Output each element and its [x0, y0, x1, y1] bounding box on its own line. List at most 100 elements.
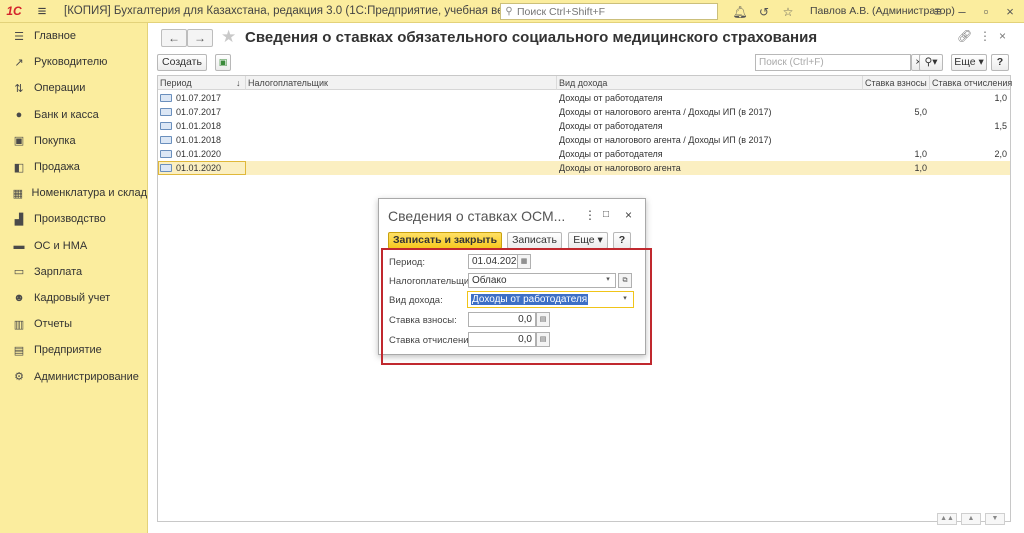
sidebar-item-assets[interactable]: ▬ ОС и НМА [0, 233, 147, 259]
sidebar-item-admin[interactable]: ⚙ Администрирование [0, 363, 147, 389]
record-icon [160, 108, 172, 116]
dialog-maximize-icon[interactable]: □ [603, 209, 609, 220]
window-title: [КОПИЯ] Бухгалтерия для Казахстана, реда… [64, 5, 514, 17]
scroll-top-icon[interactable]: ▲▲ [937, 513, 957, 525]
cell-period: 01.01.2018 [160, 133, 221, 147]
sidebar-item-label: ОС и НМА [34, 239, 88, 252]
col-period[interactable]: Период ↓ [158, 76, 246, 90]
sidebar-item-production[interactable]: ▟ Производство [0, 206, 147, 232]
table-row[interactable]: 01.07.2017 Доходы от работодателя 1,0 [158, 91, 1010, 105]
cell-income: Доходы от налогового агента / Доходы ИП … [559, 107, 772, 117]
gear-icon: ⚙ [14, 371, 24, 384]
sidebar: ☰ Главное ↗ Руководителю ⇅ Операции ● Банк и… [0, 23, 148, 533]
main-menu-icon[interactable]: ≡ [28, 3, 56, 20]
cell-text: 01.01.2020 [176, 163, 222, 173]
col-label: Период [160, 78, 192, 88]
cell-rate-contrib [863, 133, 927, 147]
table-row[interactable]: 01.01.2018 Доходы от налогового агента /… [158, 133, 1010, 147]
sidebar-item-warehouse[interactable]: ▦ Номенклатура и склад [0, 180, 147, 206]
enterprise-icon: ▤ [13, 344, 25, 357]
sidebar-item-salary[interactable]: ▭ Зарплата [0, 259, 147, 285]
record-icon [160, 122, 172, 130]
sidebar-item-enterprise[interactable]: ▤ Предприятие [0, 337, 147, 363]
scroll-up-icon[interactable]: ▲ [961, 513, 981, 525]
sidebar-item-director[interactable]: ↗ Руководителю [0, 49, 147, 75]
sidebar-item-label: Производство [34, 213, 106, 226]
sidebar-item-hr[interactable]: ☻ Кадровый учет [0, 285, 147, 311]
history-icon[interactable]: ↺ [752, 5, 776, 19]
annotation-frame [381, 248, 652, 365]
export-icon[interactable]: ▣ [215, 54, 231, 71]
record-icon [160, 150, 172, 158]
col-taxpayer[interactable]: Налогоплательщик [246, 76, 557, 90]
table-row[interactable]: 01.07.2017 Доходы от налогового агента /… [158, 105, 1010, 119]
sidebar-item-label: Зарплата [34, 265, 83, 278]
cell-rate-contrib [863, 91, 927, 105]
cell-rate-deduct [930, 133, 1007, 147]
save-and-close-button[interactable]: Записать и закрыть [388, 232, 502, 249]
sidebar-item-main[interactable]: ☰ Главное [0, 23, 147, 49]
bank-icon: ● [15, 108, 23, 121]
dialog-close-icon[interactable]: × [625, 208, 632, 222]
cell-period: 01.01.2020 [160, 161, 221, 175]
table-row-selected[interactable]: 01.01.2020 Доходы от налогового агента 1… [158, 161, 1010, 175]
star-icon[interactable]: ☆ [776, 5, 800, 19]
save-button[interactable]: Записать [507, 232, 562, 249]
favorite-star-icon[interactable]: ★ [221, 27, 236, 47]
close-icon[interactable]: × [998, 4, 1022, 19]
warehouse-icon: ▦ [12, 187, 23, 200]
col-rate-deduct[interactable]: Ставка отчисления [930, 76, 1012, 90]
cell-rate-deduct [930, 161, 1007, 175]
cell-text: 01.07.2017 [176, 107, 222, 117]
maximize-icon[interactable]: ▫ [974, 4, 998, 19]
more-button[interactable]: Еще ▾ [951, 54, 987, 71]
col-income-type[interactable]: Вид дохода [557, 76, 863, 90]
search-icon[interactable]: ⚲▾ [919, 54, 943, 71]
list-search-input[interactable]: Поиск (Ctrl+F) [755, 54, 911, 71]
cell-income: Доходы от работодателя [559, 149, 663, 159]
col-rate-contrib[interactable]: Ставка взносы [863, 76, 930, 90]
cell-rate-deduct: 1,5 [994, 121, 1007, 131]
cell-period: 01.07.2017 [160, 105, 221, 119]
record-icon [160, 164, 172, 172]
table-header: Период ↓ Налогоплательщик Вид дохода Став… [158, 76, 1012, 90]
global-search-input[interactable] [517, 5, 712, 18]
settings-menu-icon[interactable]: ≡ [926, 4, 950, 19]
sidebar-item-label: Покупка [34, 134, 76, 147]
minimize-icon[interactable]: – [950, 4, 974, 19]
sidebar-item-label: Банк и касса [34, 108, 99, 121]
close-page-icon[interactable]: × [999, 29, 1006, 43]
dialog-more-button[interactable]: Еще ▾ [568, 232, 608, 249]
sidebar-item-bank[interactable]: ● Банк и касса [0, 102, 147, 128]
sidebar-item-label: Операции [34, 82, 86, 95]
sidebar-item-reports[interactable]: ▥ Отчеты [0, 311, 147, 337]
cell-rate-contrib [863, 119, 927, 133]
truck-icon: ▬ [13, 239, 25, 252]
cell-text: 01.01.2018 [176, 121, 222, 131]
more-vertical-icon[interactable]: ⋮ [979, 29, 991, 43]
create-button[interactable]: Создать [157, 54, 207, 71]
cell-rate-deduct [930, 105, 1007, 119]
help-button[interactable]: ? [991, 54, 1009, 71]
global-search[interactable]: ⚲ [500, 3, 718, 20]
sidebar-item-label: Отчеты [34, 318, 73, 331]
dialog-menu-icon[interactable]: ⋮ [584, 208, 596, 222]
cell-period: 01.01.2018 [160, 119, 221, 133]
cell-text: 01.01.2020 [176, 149, 222, 159]
bell-icon[interactable]: 🔔︎ [728, 5, 752, 19]
forward-button[interactable]: → [187, 29, 213, 47]
scroll-down-icon[interactable]: ▼ [985, 513, 1005, 525]
sidebar-item-purchase[interactable]: ▣ Покупка [0, 128, 147, 154]
table-row[interactable]: 01.01.2020 Доходы от работодателя 1,0 2,… [158, 147, 1010, 161]
table-row[interactable]: 01.01.2018 Доходы от работодателя 1,5 [158, 119, 1010, 133]
title-bar: 1С ≡ [КОПИЯ] Бухгалтерия для Казахстана,… [0, 0, 1024, 23]
app-logo: 1С [6, 4, 22, 18]
back-button[interactable]: ← [161, 29, 187, 47]
link-icon[interactable]: 🔗︎ [957, 29, 972, 43]
cell-period: 01.01.2020 [160, 147, 221, 161]
sidebar-item-label: Руководителю [34, 56, 108, 69]
cell-income: Доходы от налогового агента [559, 163, 681, 173]
dialog-help-button[interactable]: ? [613, 232, 631, 249]
sidebar-item-sales[interactable]: ◧ Продажа [0, 154, 147, 180]
sidebar-item-operations[interactable]: ⇅ Операции [0, 75, 147, 101]
